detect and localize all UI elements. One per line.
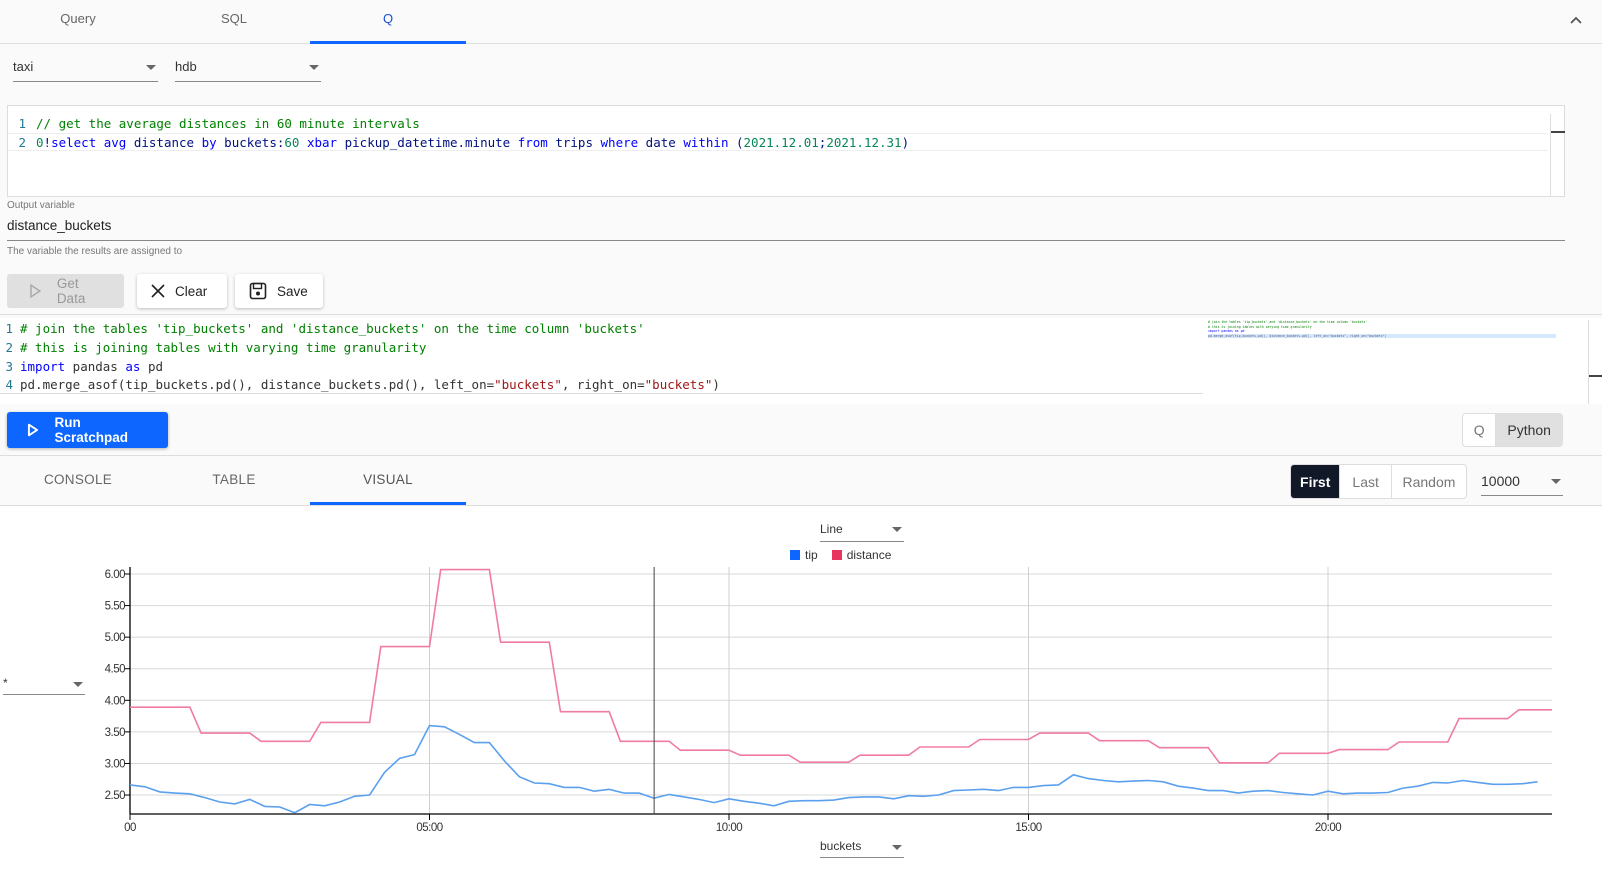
row-limit-select[interactable]: 10000 bbox=[1481, 468, 1563, 496]
chart-type-value: Line bbox=[820, 522, 843, 536]
source-select[interactable]: hdb bbox=[175, 54, 321, 82]
floppy-disk-icon bbox=[249, 282, 267, 300]
y-axis-select[interactable]: * bbox=[3, 673, 85, 695]
get-data-button[interactable]: Get Data bbox=[7, 274, 124, 308]
row-limit-value: 10000 bbox=[1481, 473, 1520, 489]
dropdown-caret-icon bbox=[146, 65, 156, 70]
run-scratchpad-button[interactable]: Run Scratchpad bbox=[7, 412, 168, 448]
tab-visual[interactable]: VISUAL bbox=[310, 458, 466, 505]
code-line: 4 pd.merge_asof(tip_buckets.pd(), distanc… bbox=[0, 376, 1203, 394]
y-axis-select-value: * bbox=[3, 676, 8, 690]
tab-q[interactable]: Q bbox=[310, 0, 466, 44]
language-q-button[interactable]: Q bbox=[1463, 414, 1497, 446]
database-select[interactable]: taxi bbox=[13, 54, 158, 82]
tab-query[interactable]: Query bbox=[0, 0, 156, 44]
database-select-value: taxi bbox=[13, 59, 34, 74]
save-button[interactable]: Save bbox=[235, 274, 323, 308]
code-line: 2 0!select avg distance by buckets:60 xba… bbox=[8, 133, 1548, 151]
chevron-up-icon[interactable] bbox=[1568, 12, 1584, 28]
scratchpad-editor[interactable]: 1 # join the tables 'tip_buckets' and 'di… bbox=[0, 318, 1602, 404]
divider bbox=[0, 455, 1602, 456]
sample-mode-toggle: First Last Random bbox=[1290, 464, 1467, 499]
output-variable-hint: The variable the results are assigned to bbox=[7, 246, 183, 257]
tab-table[interactable]: TABLE bbox=[156, 458, 312, 505]
editor-minimap[interactable]: # join the tables 'tip_buckets' and 'dis… bbox=[1208, 320, 1556, 404]
code-line: 2 # this is joining tables with varying t… bbox=[5, 340, 427, 355]
x-axis-select[interactable]: buckets bbox=[820, 836, 904, 858]
source-select-value: hdb bbox=[175, 59, 197, 74]
code-line: 1 # join the tables 'tip_buckets' and 'di… bbox=[5, 321, 645, 336]
sample-random-button[interactable]: Random bbox=[1392, 465, 1466, 498]
editor-scrollbar[interactable] bbox=[1550, 114, 1565, 196]
dropdown-caret-icon bbox=[1551, 479, 1561, 484]
language-toggle: Q Python bbox=[1462, 413, 1563, 447]
dropdown-caret-icon bbox=[892, 527, 902, 532]
language-python-button[interactable]: Python bbox=[1496, 414, 1562, 446]
sample-last-button[interactable]: Last bbox=[1340, 465, 1392, 498]
code-line: 3 import pandas as pd bbox=[5, 359, 164, 374]
query-type-tabs: Query SQL Q bbox=[0, 0, 1602, 44]
legend-item-tip[interactable]: tip bbox=[790, 548, 818, 562]
code-line: 1// get the average distances in 60 minu… bbox=[18, 116, 420, 131]
chart-legend: tip distance bbox=[790, 548, 891, 562]
play-icon bbox=[27, 423, 39, 437]
query-editor[interactable]: 1// get the average distances in 60 minu… bbox=[7, 105, 1565, 197]
sample-first-button[interactable]: First bbox=[1291, 465, 1341, 498]
tab-console[interactable]: CONSOLE bbox=[0, 458, 156, 505]
output-variable-label: Output variable bbox=[7, 200, 75, 211]
clear-button[interactable]: Clear bbox=[137, 274, 227, 308]
dropdown-caret-icon bbox=[73, 682, 83, 687]
chart-type-select[interactable]: Line bbox=[820, 518, 904, 542]
dropdown-caret-icon bbox=[309, 65, 319, 70]
play-icon bbox=[30, 284, 41, 298]
divider bbox=[0, 314, 1602, 315]
output-variable-input[interactable]: distance_buckets bbox=[7, 216, 1565, 241]
legend-swatch bbox=[790, 550, 800, 560]
tab-sql[interactable]: SQL bbox=[156, 0, 312, 44]
legend-swatch bbox=[831, 550, 842, 560]
editor-scrollbar[interactable] bbox=[1588, 320, 1602, 404]
close-icon bbox=[151, 284, 165, 298]
x-axis-select-value: buckets bbox=[820, 839, 862, 853]
legend-item-distance[interactable]: distance bbox=[831, 548, 891, 562]
dropdown-caret-icon bbox=[892, 845, 902, 850]
